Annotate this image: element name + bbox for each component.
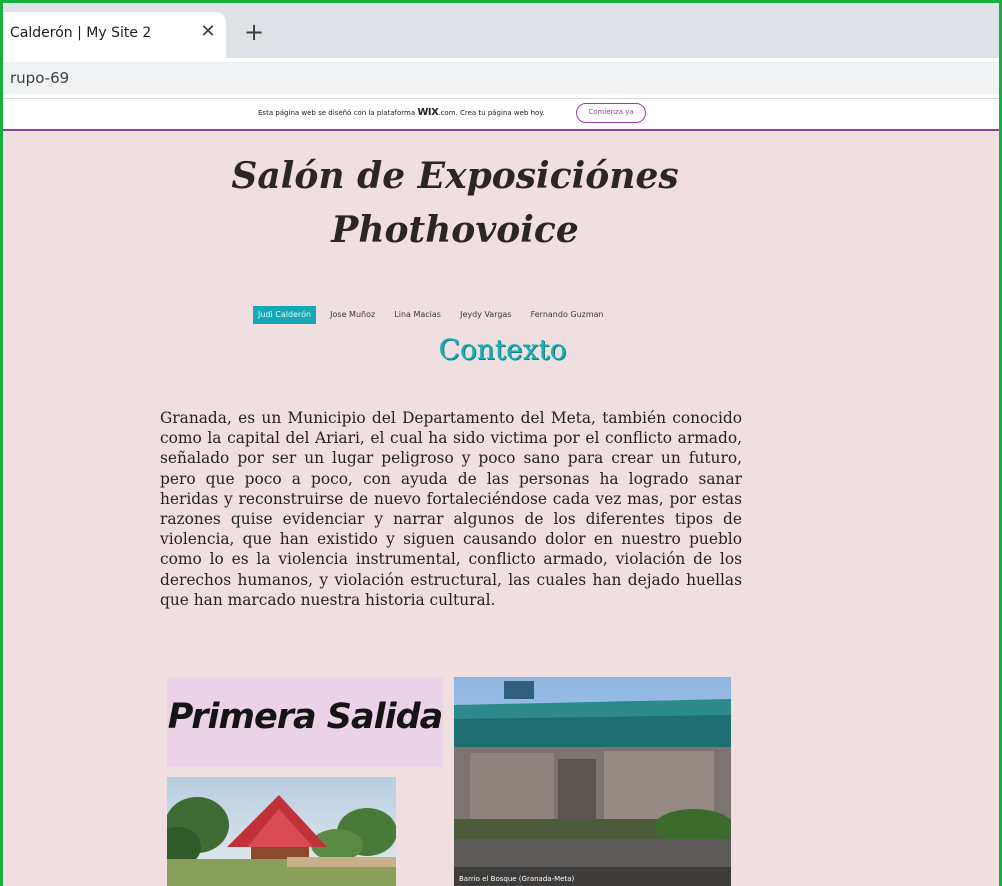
page-content: Salón de Exposiciónes Phothovoice Judi C… bbox=[0, 131, 1002, 886]
site-title: Salón de Exposiciónes Phothovoice bbox=[180, 149, 730, 257]
wix-banner-text: Esta página web se diseñó con la platafo… bbox=[258, 107, 545, 118]
nav-item-lina-macias[interactable]: Lina Macias bbox=[389, 306, 446, 324]
primera-salida-label: Primera Salida bbox=[167, 697, 444, 737]
primera-salida-banner: Primera Salida bbox=[167, 677, 443, 767]
context-paragraph: Granada, es un Municipio del Departament… bbox=[160, 409, 742, 609]
site-title-line1: Salón de Exposiciónes bbox=[231, 155, 679, 197]
url-text: rupo-69 bbox=[10, 69, 70, 87]
photo-caption: Barrio el Bosque (Granada-Meta) bbox=[459, 875, 575, 883]
barrio-photo[interactable] bbox=[454, 677, 731, 886]
site-nav: Judi Calderón Jose Muñoz Lina Macias Jey… bbox=[253, 302, 613, 324]
close-tab-icon[interactable]: ✕ bbox=[198, 22, 218, 42]
browser-tab[interactable]: Calderón | My Site 2 ✕ bbox=[0, 12, 226, 58]
new-tab-icon[interactable]: + bbox=[242, 20, 266, 44]
browser-tabstrip: Calderón | My Site 2 ✕ + bbox=[0, 0, 1002, 58]
tab-title: Calderón | My Site 2 bbox=[10, 25, 152, 41]
wix-logo-suffix: .com bbox=[438, 109, 456, 117]
start-now-button[interactable]: Comienza ya bbox=[576, 103, 646, 123]
wix-text-before: Esta página web se diseñó con la platafo… bbox=[258, 109, 418, 117]
url-field[interactable]: rupo-69 bbox=[0, 62, 1002, 94]
nav-item-jose-munoz[interactable]: Jose Muñoz bbox=[325, 306, 380, 324]
wix-text-after: . Crea tu página web hoy. bbox=[455, 109, 545, 117]
wix-logo: WIX bbox=[417, 107, 439, 118]
nav-item-judi-calderon[interactable]: Judi Calderón bbox=[253, 306, 317, 324]
church-photo[interactable] bbox=[167, 777, 396, 886]
address-bar: rupo-69 bbox=[0, 58, 1002, 99]
wix-banner: Esta página web se diseñó con la platafo… bbox=[0, 99, 1002, 131]
site-title-line2: Phothovoice bbox=[331, 209, 579, 251]
section-title: Contexto bbox=[438, 333, 567, 366]
nav-item-jeydy-vargas[interactable]: Jeydy Vargas bbox=[455, 306, 516, 324]
nav-item-fernando-guzman[interactable]: Fernando Guzman bbox=[526, 306, 609, 324]
